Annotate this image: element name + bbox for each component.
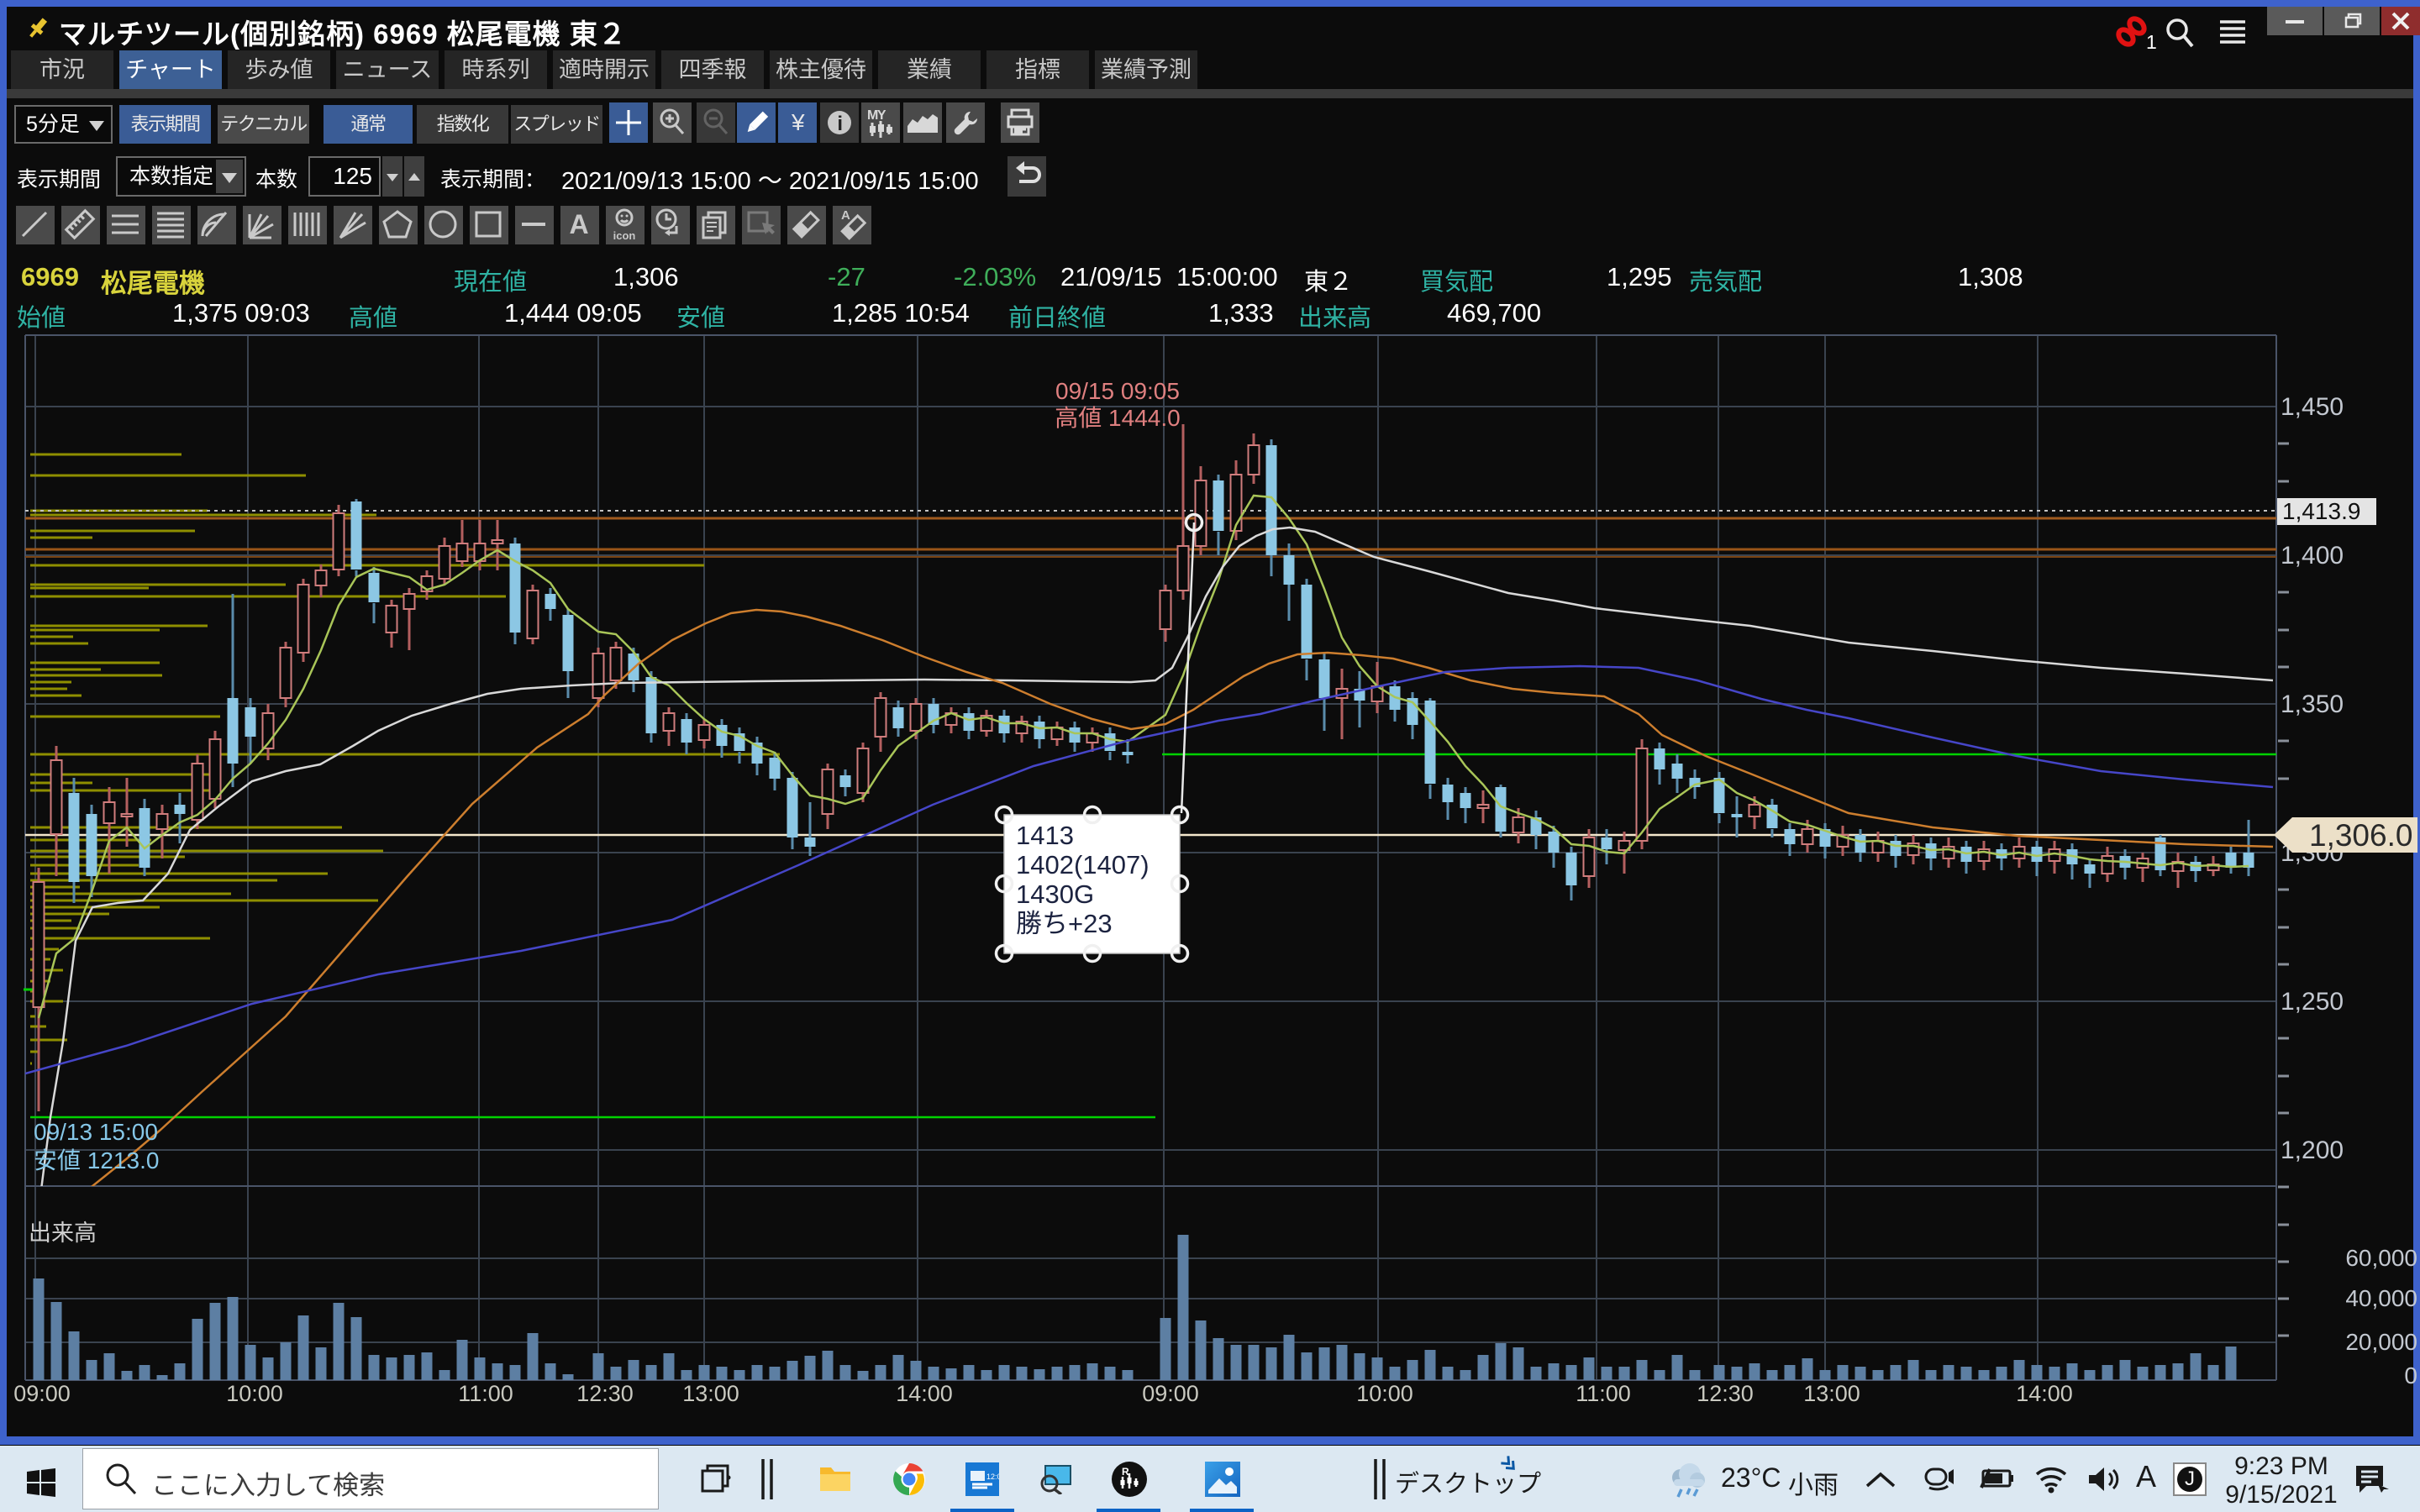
svg-text:出来高: 出来高 [29, 1221, 97, 1246]
svg-text:20,000: 20,000 [2345, 1329, 2417, 1355]
svg-text:13:00: 13:00 [682, 1381, 739, 1406]
svg-text:40,000: 40,000 [2345, 1285, 2417, 1311]
svg-text:R: R [1122, 1466, 1129, 1478]
svg-text:10:00: 10:00 [226, 1381, 283, 1406]
svg-text:1,200: 1,200 [2281, 1137, 2344, 1164]
svg-text:11:00: 11:00 [1576, 1381, 1631, 1406]
svg-text:11:00: 11:00 [458, 1381, 513, 1406]
svg-text:高値 1444.0: 高値 1444.0 [1055, 405, 1180, 431]
svg-text:1,413.9: 1,413.9 [2282, 498, 2360, 524]
svg-text:1,250: 1,250 [2281, 988, 2344, 1016]
svg-text:1,306.0: 1,306.0 [2309, 818, 2412, 853]
svg-text:12:30: 12:30 [576, 1381, 634, 1406]
svg-text:1402(1407): 1402(1407) [1016, 850, 1150, 879]
svg-text:1413: 1413 [1016, 821, 1074, 850]
svg-text:60,000: 60,000 [2345, 1245, 2417, 1271]
svg-text:1430G: 1430G [1016, 879, 1094, 909]
svg-text:1,350: 1,350 [2281, 690, 2344, 718]
svg-text:10:00: 10:00 [1356, 1381, 1413, 1406]
svg-text:09:00: 09:00 [1142, 1381, 1199, 1406]
svg-text:勝ち+23: 勝ち+23 [1016, 909, 1113, 938]
svg-text:1,450: 1,450 [2281, 393, 2344, 421]
svg-text:安値 1213.0: 安値 1213.0 [34, 1147, 159, 1173]
svg-text:09:00: 09:00 [13, 1381, 71, 1406]
svg-text:14:00: 14:00 [896, 1381, 953, 1406]
svg-text:13:00: 13:00 [1803, 1381, 1860, 1406]
svg-text:12:00: 12:00 [986, 1473, 999, 1481]
svg-text:12:30: 12:30 [1697, 1381, 1754, 1406]
svg-text:09/15 09:05: 09/15 09:05 [1055, 378, 1180, 404]
svg-text:1,400: 1,400 [2281, 542, 2344, 570]
svg-text:09/13 15:00: 09/13 15:00 [34, 1119, 158, 1145]
svg-text:0: 0 [2404, 1362, 2417, 1389]
svg-text:14:00: 14:00 [2016, 1381, 2073, 1406]
